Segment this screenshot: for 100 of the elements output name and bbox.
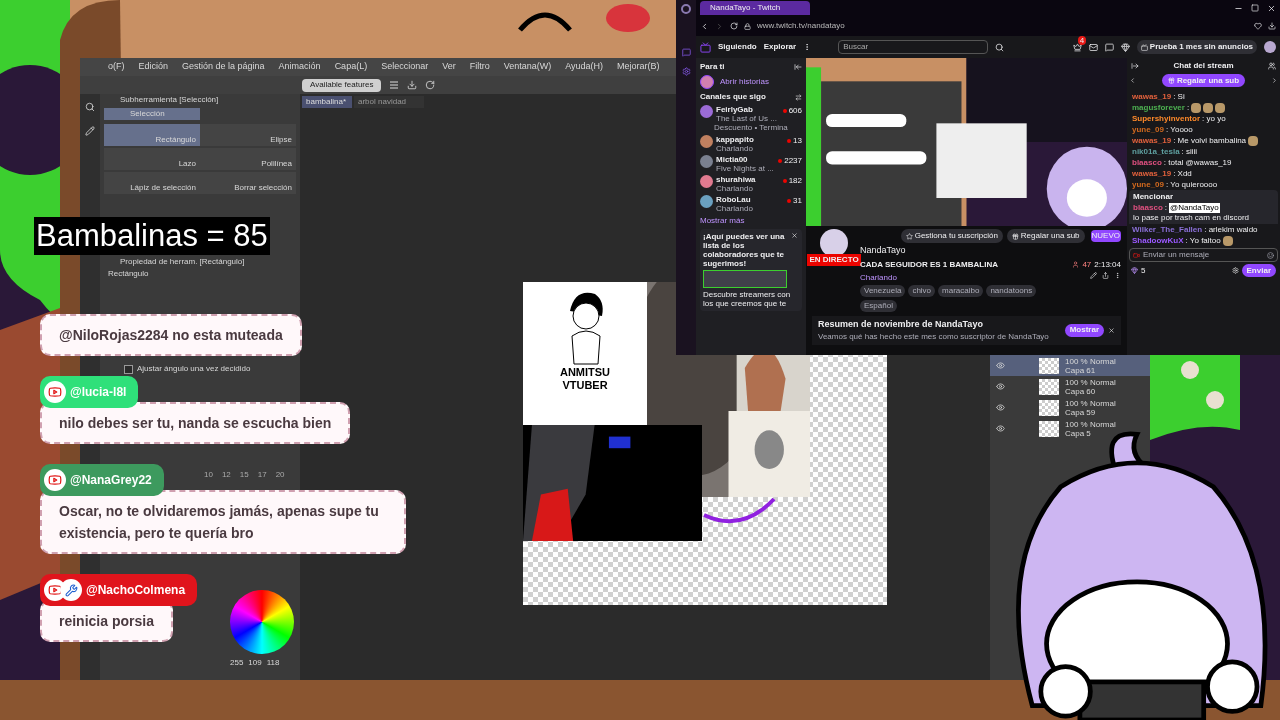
nav-link[interactable]: Siguiendo bbox=[718, 41, 757, 53]
channel-item[interactable]: Mictia00 Five Nights at ... 2237 bbox=[700, 155, 802, 173]
avatar-icon[interactable] bbox=[1264, 41, 1276, 53]
show-more-link[interactable]: Mostrar más bbox=[700, 215, 802, 227]
points-count: 5 bbox=[1141, 264, 1146, 277]
wrench-icon bbox=[60, 579, 82, 601]
tag[interactable]: Español bbox=[860, 299, 897, 312]
eye-icon[interactable] bbox=[996, 403, 1005, 412]
previous-icon[interactable] bbox=[1129, 77, 1136, 84]
counter-label: Bambalinas = 85 bbox=[34, 217, 270, 255]
prime-button[interactable]: Prueba 1 mes sin anuncios bbox=[1136, 40, 1257, 54]
menu-item[interactable]: o(F) bbox=[108, 60, 125, 74]
edit-icon[interactable] bbox=[1090, 271, 1097, 279]
redo-icon[interactable] bbox=[425, 80, 436, 90]
emote-icon bbox=[1222, 235, 1233, 246]
tool-group[interactable]: Selección bbox=[104, 108, 200, 120]
eye-icon[interactable] bbox=[996, 382, 1005, 391]
subtool-item[interactable]: Lazo bbox=[104, 148, 200, 170]
twitch-logo-icon[interactable] bbox=[700, 41, 711, 53]
mail-icon[interactable] bbox=[1088, 42, 1098, 52]
channel-item[interactable]: shurahiwa Charlando 182 bbox=[700, 175, 802, 193]
document-tab[interactable]: bambalina* bbox=[302, 96, 352, 108]
search-icon[interactable] bbox=[995, 42, 1005, 52]
nav-link[interactable]: Explorar bbox=[763, 41, 797, 53]
subtool-item[interactable]: Borrar selección bbox=[200, 172, 296, 194]
menu-item[interactable]: Animación bbox=[278, 60, 321, 74]
layer-row[interactable]: 100 % Normal Capa 60 bbox=[990, 376, 1150, 397]
gem-icon[interactable] bbox=[1120, 42, 1130, 52]
mention-tag: @NandaTayo bbox=[1169, 203, 1220, 213]
brush-size[interactable]: 20 bbox=[275, 469, 285, 481]
share-icon[interactable] bbox=[1102, 271, 1109, 279]
show-button[interactable]: Mostrar bbox=[1064, 323, 1104, 337]
channel-name: Mictia00 bbox=[716, 155, 749, 164]
menu-item[interactable]: Ventana(W) bbox=[503, 60, 552, 74]
subtool-item[interactable]: Elipse bbox=[200, 124, 296, 146]
features-badge[interactable]: Available features bbox=[302, 78, 382, 92]
close-icon[interactable] bbox=[1267, 3, 1276, 13]
category-link[interactable]: Charlando bbox=[860, 271, 1060, 284]
subscription-button[interactable]: Gestiona tu suscripción bbox=[900, 229, 1003, 243]
layer-row[interactable]: 100 % Normal Capa 59 bbox=[990, 397, 1150, 418]
maximize-icon[interactable] bbox=[1251, 4, 1259, 12]
import-icon[interactable] bbox=[407, 80, 418, 90]
channel-avatar bbox=[820, 229, 848, 257]
tag[interactable]: nandatoons bbox=[986, 284, 1037, 297]
menu-icon[interactable] bbox=[389, 80, 400, 90]
channel-name: shurahiwa bbox=[716, 175, 757, 184]
download-icon[interactable] bbox=[1268, 22, 1276, 30]
search-field[interactable]: Buscar bbox=[838, 40, 989, 54]
whisper-icon[interactable] bbox=[1104, 42, 1114, 52]
emote-icon bbox=[1248, 135, 1259, 146]
subtool-item[interactable]: Lápiz de selección bbox=[104, 172, 200, 194]
browser-tab[interactable]: NandaTayo - Twitch bbox=[700, 1, 810, 15]
message-field[interactable]: Enviar un mensaje bbox=[1129, 248, 1278, 262]
stories-link[interactable]: Abrir historias bbox=[720, 76, 769, 88]
subtool-item[interactable]: Polilínea bbox=[200, 148, 296, 170]
tag[interactable]: maracaibo bbox=[938, 284, 984, 297]
next-icon[interactable] bbox=[1271, 77, 1278, 84]
menu-item[interactable]: Edición bbox=[138, 60, 169, 74]
heart-icon[interactable] bbox=[1254, 22, 1262, 30]
menu-item[interactable]: Ver bbox=[442, 60, 456, 74]
crown-icon[interactable] bbox=[1072, 42, 1082, 52]
back-icon[interactable] bbox=[700, 21, 709, 31]
menu-item[interactable]: Capa(L) bbox=[334, 60, 368, 74]
zoom-tool-icon[interactable] bbox=[85, 102, 95, 112]
brush-size[interactable]: 15 bbox=[239, 469, 249, 481]
pen-tool-icon[interactable] bbox=[85, 126, 95, 136]
channel-activity: Five Nights at ... bbox=[716, 164, 775, 173]
gift-button[interactable]: Regalar una sub bbox=[1006, 229, 1085, 243]
menu-item[interactable]: Ayuda(H) bbox=[565, 60, 604, 74]
tag[interactable]: Venezuela bbox=[860, 284, 906, 297]
menu-item[interactable]: Filtro bbox=[469, 60, 490, 74]
channel-item[interactable]: FeirlyGab The Last of Us ... 606 bbox=[700, 105, 802, 123]
close-icon[interactable] bbox=[1108, 326, 1115, 334]
collapse-icon[interactable] bbox=[794, 63, 802, 71]
menu-item[interactable]: Seleccionar bbox=[381, 60, 429, 74]
gift-sub-button[interactable]: Regalar una sub bbox=[1161, 74, 1246, 87]
document-tab[interactable]: arbol navidad bbox=[354, 96, 424, 108]
layer-row[interactable]: 100 % Normal Capa 61 bbox=[990, 355, 1150, 376]
sort-icon[interactable] bbox=[795, 93, 802, 101]
menu-item[interactable]: Mejorar(B) bbox=[617, 60, 660, 74]
eye-icon[interactable] bbox=[996, 361, 1005, 370]
collapse-icon[interactable] bbox=[1131, 61, 1139, 70]
send-button[interactable]: Enviar bbox=[1241, 264, 1276, 277]
users-icon[interactable] bbox=[1268, 61, 1276, 70]
close-icon[interactable] bbox=[791, 232, 798, 239]
menu-item[interactable]: Gestión de la página bbox=[182, 60, 265, 74]
brush-size[interactable]: 12 bbox=[221, 469, 231, 481]
checkbox[interactable] bbox=[124, 364, 133, 374]
chat-username: wawas_19 bbox=[1132, 91, 1172, 102]
layer-row[interactable]: 100 % Normal Capa 5 bbox=[990, 418, 1150, 439]
channel-item[interactable]: RoboLau Charlando 31 bbox=[700, 195, 802, 213]
eye-icon[interactable] bbox=[996, 424, 1005, 433]
emote-icon bbox=[1203, 102, 1214, 113]
tag[interactable]: chivo bbox=[908, 284, 936, 297]
brush-size[interactable]: 17 bbox=[257, 469, 267, 481]
channel-item[interactable]: kappapito Charlando 13 bbox=[700, 135, 802, 153]
brush-size[interactable]: 10 bbox=[204, 469, 213, 481]
browser-logo-icon[interactable] bbox=[681, 4, 691, 14]
subtool-item[interactable]: Rectángulo bbox=[104, 124, 200, 146]
reload-icon[interactable] bbox=[730, 22, 738, 30]
